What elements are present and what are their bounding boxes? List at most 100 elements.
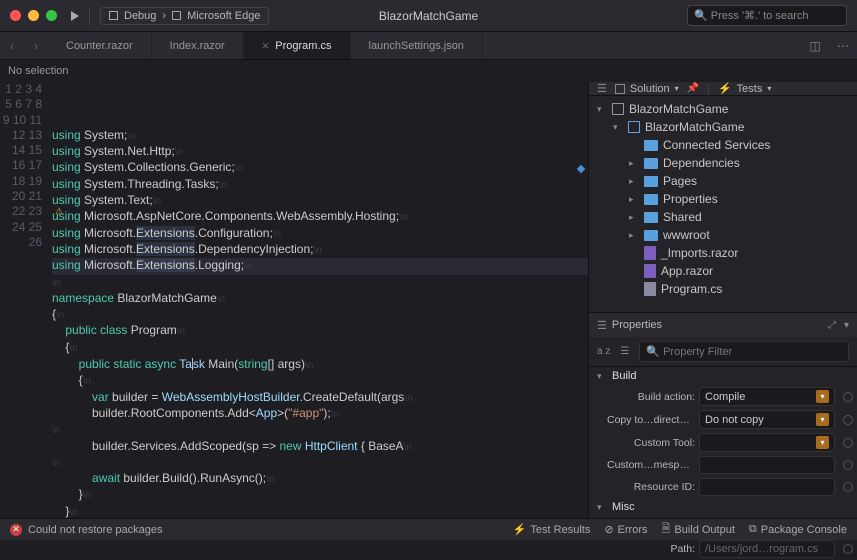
property-value-input[interactable]: ▾ (699, 433, 835, 452)
panel-expand-icon[interactable]: ⤢ (828, 320, 836, 331)
tree-item[interactable]: ▸Dependencies (589, 154, 857, 172)
search-placeholder: Press '⌘.' to search (711, 10, 809, 22)
property-reset-icon[interactable] (843, 460, 853, 470)
tab-index-razor[interactable]: Index.razor (152, 32, 244, 59)
property-label: Resource ID: (607, 481, 695, 493)
code-content[interactable]: using System;\nusing System.Net.Http;\nu… (52, 82, 588, 529)
property-reset-icon[interactable] (843, 438, 853, 448)
sort-category-button[interactable]: ☰ (620, 346, 629, 357)
tab-label: Solution (630, 83, 670, 95)
tree-label: Program.cs (661, 282, 722, 296)
target-label: Microsoft Edge (187, 10, 260, 22)
breadcrumb-bar[interactable]: No selection (0, 60, 857, 82)
property-value-input[interactable]: /Users/jord…rogram.cs (699, 540, 835, 558)
tab-program-cs[interactable]: ×Program.cs (244, 32, 351, 59)
chevron-icon: ▸ (629, 194, 639, 205)
property-filter-input[interactable]: 🔍 Property Filter (639, 341, 849, 362)
tree-label: Connected Services (663, 138, 770, 152)
run-button[interactable] (71, 11, 79, 21)
property-group[interactable]: ▾Build (589, 367, 857, 385)
status-label: Build Output (674, 524, 735, 536)
line-number-gutter: 1 2 3 4 5 6 7 8 9 10 11 12 13 14 15 16 1… (0, 82, 52, 529)
property-label: Custom…mespace: (607, 459, 695, 471)
close-tab-icon[interactable]: × (262, 38, 270, 53)
maximize-window-button[interactable] (46, 10, 57, 21)
tab-overflow-button[interactable]: ⋯ (829, 32, 857, 59)
dropdown-icon[interactable]: ▾ (816, 436, 829, 449)
panel-menu-icon[interactable]: ▾ (844, 320, 849, 331)
folder-icon (644, 194, 658, 205)
property-reset-icon[interactable] (843, 392, 853, 402)
property-value-input[interactable]: Do not copy ▾ (699, 410, 835, 429)
property-group[interactable]: ▾Misc (589, 498, 857, 516)
configuration-selector[interactable]: Debug › Microsoft Edge (100, 7, 269, 25)
minimize-window-button[interactable] (28, 10, 39, 21)
group-label: Misc (612, 501, 635, 513)
folder-icon (644, 176, 658, 187)
property-reset-icon[interactable] (843, 482, 853, 492)
tree-item[interactable]: ▾BlazorMatchGame (589, 118, 857, 136)
config-icon (109, 11, 118, 20)
cs-file-icon (644, 282, 656, 296)
folder-icon (644, 212, 658, 223)
status-errors[interactable]: ⊘Errors (604, 520, 647, 539)
pin-icon[interactable]: 📌 (687, 83, 699, 94)
status-test-results[interactable]: ⚡Test Results (513, 520, 591, 539)
tab-counter-razor[interactable]: Counter.razor (48, 32, 152, 59)
property-value-input[interactable] (699, 478, 835, 496)
global-search-input[interactable]: 🔍 Press '⌘.' to search (687, 5, 847, 26)
status-build-output[interactable]: 🗎Build Output (662, 520, 735, 539)
property-row: Custom Tool: ▾ (589, 431, 857, 454)
solution-tab[interactable]: Solution ▾ (615, 83, 679, 95)
property-row: Copy to…directory:Do not copy▾ (589, 408, 857, 431)
tree-item[interactable]: ▸wwwroot (589, 226, 857, 244)
property-reset-icon[interactable] (843, 415, 853, 425)
folder-icon (644, 158, 658, 169)
chevron-right-icon: › (162, 10, 166, 22)
dropdown-icon[interactable]: ▾ (816, 413, 829, 426)
warning-icon[interactable]: ⚠ (55, 204, 63, 219)
property-reset-icon[interactable] (843, 544, 853, 554)
tree-item[interactable]: Program.cs (589, 280, 857, 298)
status-package-console[interactable]: ⧉Package Console (749, 520, 847, 539)
tree-item[interactable]: Connected Services (589, 136, 857, 154)
tree-item[interactable]: ▸Pages (589, 172, 857, 190)
tree-item[interactable]: ▸Properties (589, 190, 857, 208)
close-window-button[interactable] (10, 10, 21, 21)
tab-nav-back[interactable]: ‹ (0, 32, 24, 59)
tree-item[interactable]: ▸Shared (589, 208, 857, 226)
property-value-input[interactable] (699, 456, 835, 474)
property-label: Custom Tool: (607, 437, 695, 449)
dropdown-icon[interactable]: ▾ (816, 390, 829, 403)
titlebar: Debug › Microsoft Edge BlazorMatchGame 🔍… (0, 0, 857, 32)
property-row: Build action: Compile▾ (589, 385, 857, 408)
property-value: Do not copy (705, 414, 764, 426)
tab-launchsettings-json[interactable]: launchSettings.json (351, 32, 483, 59)
tree-label: BlazorMatchGame (629, 102, 728, 116)
tree-item[interactable]: _Imports.razor (589, 244, 857, 262)
tree-item[interactable]: ▾BlazorMatchGame (589, 100, 857, 118)
hamburger-icon[interactable]: ☰ (597, 319, 607, 332)
status-error-message[interactable]: Could not restore packages (28, 524, 163, 536)
side-panel-tabs: ☰ Solution ▾ 📌 | ⚡ Tests ▾ (589, 82, 857, 96)
property-row: Resource ID: (589, 476, 857, 498)
property-value-input[interactable]: Compile▾ (699, 387, 835, 406)
properties-toolbar: a z ☰ 🔍 Property Filter (589, 337, 857, 367)
tests-tab[interactable]: ⚡ Tests ▾ (718, 82, 771, 95)
solution-tree[interactable]: ▾BlazorMatchGame▾BlazorMatchGame Connecte… (589, 96, 857, 312)
tree-label: Shared (663, 210, 702, 224)
property-row: Path: /Users/jord…rogram.cs (589, 538, 857, 560)
dropdown-icon: ▾ (675, 84, 679, 93)
property-label: Path: (607, 543, 695, 555)
split-editor-button[interactable]: ◫ (801, 32, 829, 59)
errors-icon: ⊘ (604, 523, 613, 536)
tab-label: Counter.razor (66, 40, 133, 52)
tree-item[interactable]: App.razor (589, 262, 857, 280)
property-value: /Users/jord…rogram.cs (705, 543, 818, 555)
code-editor[interactable]: 1 2 3 4 5 6 7 8 9 10 11 12 13 14 15 16 1… (0, 82, 588, 529)
property-label: Build action: (607, 391, 695, 403)
sort-alpha-button[interactable]: a z (597, 346, 610, 357)
folder-icon (644, 230, 658, 241)
tab-nav-forward[interactable]: › (24, 32, 48, 59)
hamburger-icon[interactable]: ☰ (597, 82, 607, 95)
